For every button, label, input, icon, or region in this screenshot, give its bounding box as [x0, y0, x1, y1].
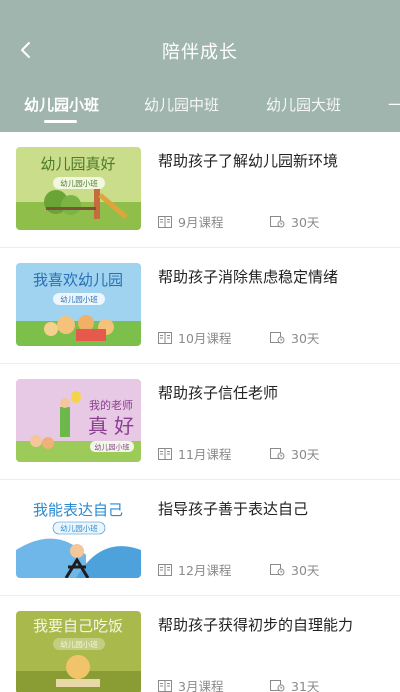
course-duration-label: 30天 [291, 563, 320, 578]
thumb-title: 我要自己吃饭 [33, 617, 123, 635]
course-card[interactable]: 我喜欢幼儿园 幼儿园小班 帮助孩子消除焦虑稳定情绪 10月课程 30天 [0, 248, 400, 364]
tab-small-class[interactable]: 幼儿园小班 [24, 94, 99, 115]
course-card[interactable]: 我的老师 真 好 幼儿园小班 帮助孩子信任老师 11月课程 30天 [0, 364, 400, 480]
course-title: 帮助孩子了解幼儿园新环境 [158, 152, 339, 170]
course-duration: 30天 [270, 444, 319, 463]
course-count: 9月课程 [158, 212, 223, 231]
course-duration-label: 31天 [291, 679, 320, 692]
course-count-label: 11月课程 [178, 447, 232, 462]
course-duration: 30天 [270, 328, 319, 347]
course-duration-label: 30天 [291, 215, 320, 230]
tab-bar: 幼儿园小班 幼儿园中班 幼儿园大班 一 [0, 88, 400, 132]
calendar-icon [270, 447, 285, 459]
course-thumbnail: 我喜欢幼儿园 幼儿园小班 [16, 263, 141, 346]
thumb-title: 我喜欢幼儿园 [33, 271, 123, 289]
thumb-title-line2: 真 好 [88, 414, 134, 438]
tab-indicator [44, 120, 77, 123]
calendar-icon [270, 679, 285, 691]
header: 陪伴成长 幼儿园小班 幼儿园中班 幼儿园大班 一 [0, 0, 400, 132]
course-duration: 30天 [270, 560, 319, 579]
calendar-icon [270, 215, 285, 227]
thumb-badge: 幼儿园小班 [95, 443, 130, 452]
course-duration-label: 30天 [291, 331, 320, 346]
course-title: 帮助孩子获得初步的自理能力 [158, 616, 354, 634]
page-title: 陪伴成长 [162, 42, 238, 63]
course-title: 帮助孩子消除焦虑稳定情绪 [158, 268, 339, 286]
course-count: 3月课程 [158, 676, 223, 692]
course-count-label: 12月课程 [178, 563, 232, 578]
course-thumbnail: 幼儿园真好 幼儿园小班 [16, 147, 141, 230]
thumb-badge: 幼儿园小班 [60, 294, 98, 304]
course-card[interactable]: 我要自己吃饭 幼儿园小班 帮助孩子获得初步的自理能力 3月课程 31天 [0, 596, 400, 692]
book-icon [158, 447, 172, 460]
course-count: 12月课程 [158, 560, 231, 579]
course-count: 11月课程 [158, 444, 231, 463]
thumb-title: 我能表达自己 [33, 501, 123, 519]
book-icon [158, 563, 172, 576]
thumb-badge: 幼儿园小班 [60, 523, 98, 533]
course-count-label: 3月课程 [178, 679, 224, 692]
book-icon [158, 679, 172, 692]
tab-middle-class[interactable]: 幼儿园中班 [144, 94, 219, 115]
course-count: 10月课程 [158, 328, 231, 347]
course-thumbnail: 我的老师 真 好 幼儿园小班 [16, 379, 141, 462]
tab-large-class[interactable]: 幼儿园大班 [266, 94, 341, 115]
thumb-badge: 幼儿园小班 [60, 178, 98, 188]
course-card[interactable]: 我能表达自己 幼儿园小班 指导孩子善于表达自己 12月课程 30天 [0, 480, 400, 596]
tab-more[interactable]: 一 [388, 94, 400, 115]
course-duration: 31天 [270, 676, 319, 692]
course-title: 指导孩子善于表达自己 [158, 500, 309, 518]
course-count-label: 9月课程 [178, 215, 224, 230]
course-card[interactable]: 幼儿园真好 幼儿园小班 帮助孩子了解幼儿园新环境 9月课程 30天 [0, 132, 400, 248]
course-list: 幼儿园真好 幼儿园小班 帮助孩子了解幼儿园新环境 9月课程 30天 我喜欢幼儿园… [0, 132, 400, 692]
thumb-title-line1: 我的老师 [89, 398, 133, 412]
calendar-icon [270, 331, 285, 343]
book-icon [158, 215, 172, 228]
thumb-badge: 幼儿园小班 [60, 639, 98, 649]
course-duration-label: 30天 [291, 447, 320, 462]
book-icon [158, 331, 172, 344]
course-count-label: 10月课程 [178, 331, 232, 346]
course-duration: 30天 [270, 212, 319, 231]
calendar-icon [270, 563, 285, 575]
course-thumbnail: 我能表达自己 幼儿园小班 [16, 495, 141, 578]
thumb-title: 幼儿园真好 [40, 155, 115, 173]
course-thumbnail: 我要自己吃饭 幼儿园小班 [16, 611, 141, 692]
course-title: 帮助孩子信任老师 [158, 384, 279, 402]
